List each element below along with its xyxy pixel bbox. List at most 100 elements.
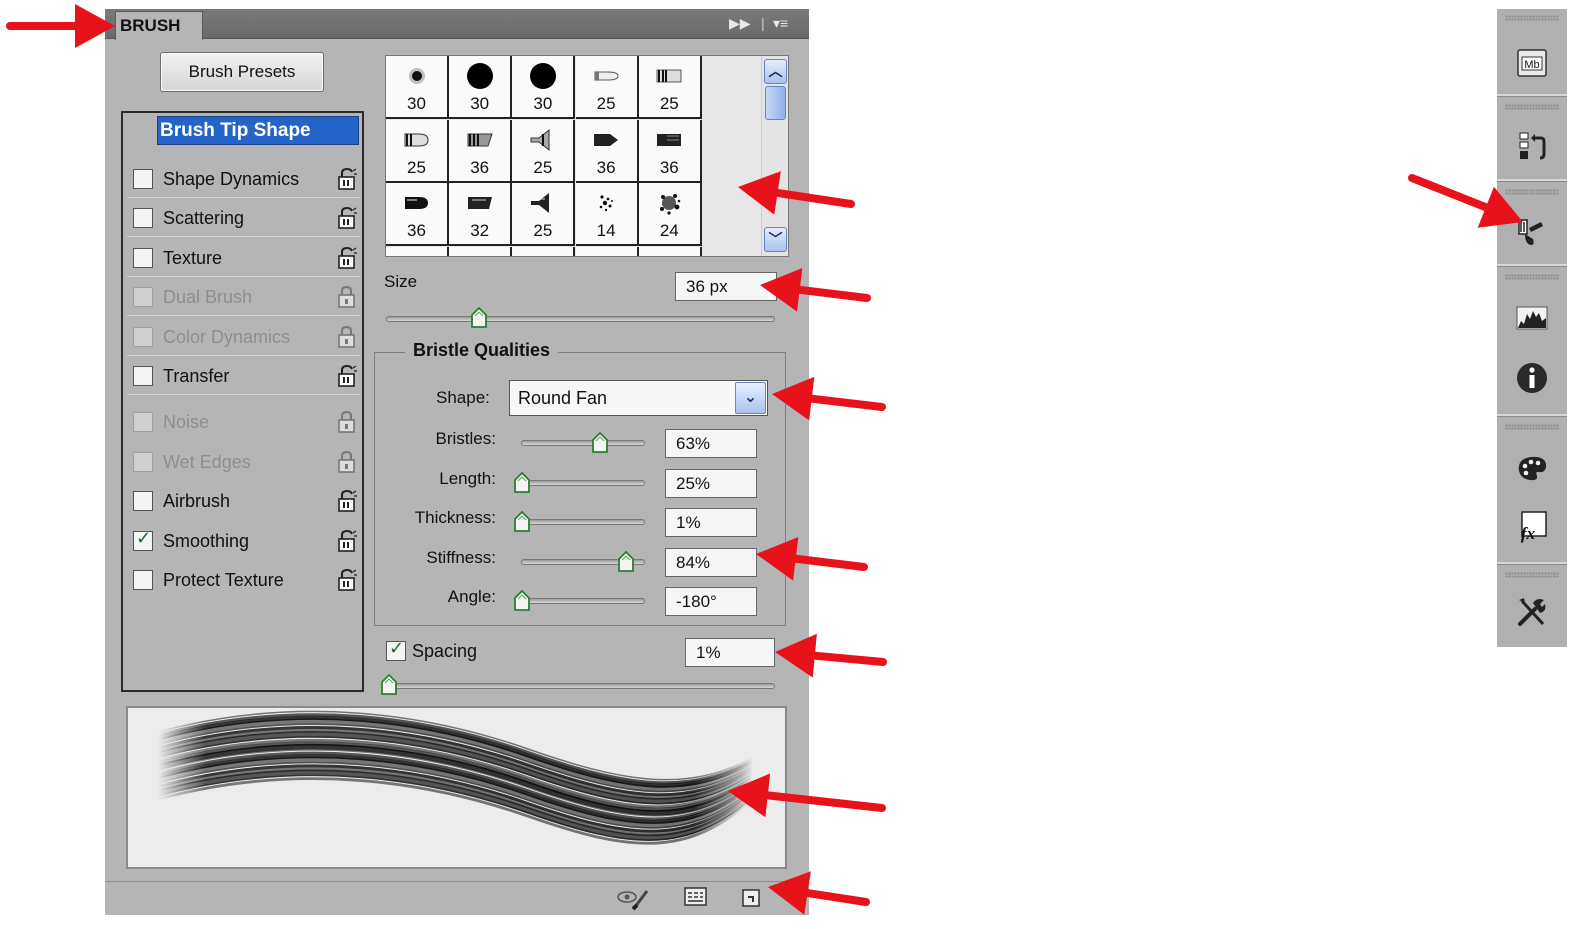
- brush-tip-cell[interactable]: [386, 246, 449, 256]
- double-chevron-right-icon[interactable]: ▶▶: [729, 15, 751, 32]
- option-transfer-checkbox[interactable]: [133, 366, 153, 386]
- spacing-field[interactable]: 1%: [685, 638, 775, 667]
- mini-bridge-icon[interactable]: Mb: [1513, 45, 1551, 83]
- brush-tip-cell[interactable]: 32: [449, 183, 513, 246]
- tools-icon[interactable]: [1513, 593, 1551, 631]
- lock-icon[interactable]: [336, 568, 358, 592]
- color-palette-icon[interactable]: [1513, 449, 1551, 487]
- option-transfer[interactable]: Transfer: [127, 357, 360, 395]
- dock-grip[interactable]: [1505, 424, 1559, 430]
- stiffness-field[interactable]: 84%: [665, 547, 757, 577]
- brush-tip-cell[interactable]: 36: [449, 119, 513, 183]
- brush-tip-cell[interactable]: 25: [512, 183, 576, 246]
- brush-tip-cell[interactable]: 24: [638, 183, 702, 246]
- option-texture[interactable]: Texture: [127, 239, 360, 277]
- histogram-icon[interactable]: [1513, 299, 1551, 337]
- brush-tip-thumbnail-icon: [576, 189, 637, 217]
- brush-tip-cell[interactable]: 30: [449, 56, 513, 119]
- spacing-checkbox[interactable]: ✓: [386, 638, 406, 661]
- thickness-slider-thumb[interactable]: [513, 510, 531, 538]
- thickness-field[interactable]: 1%: [665, 508, 757, 537]
- angle-slider-thumb[interactable]: [513, 589, 531, 617]
- brush-tip-cell[interactable]: 30: [512, 56, 576, 119]
- brush-panel-icon[interactable]: [1513, 214, 1551, 252]
- lock-icon[interactable]: [336, 206, 358, 230]
- dock-grip[interactable]: [1505, 104, 1559, 110]
- brush-tip-cell[interactable]: 25: [638, 56, 702, 119]
- option-airbrush-checkbox[interactable]: [133, 491, 153, 511]
- bristles-slider-thumb[interactable]: [591, 431, 609, 459]
- option-shape-dynamics-checkbox[interactable]: [133, 169, 153, 189]
- lock-icon[interactable]: [336, 529, 358, 553]
- option-smoothing-checkbox[interactable]: ✓: [133, 528, 153, 551]
- thickness-slider[interactable]: [521, 519, 645, 525]
- brush-tip-cell[interactable]: 25: [575, 56, 639, 119]
- info-icon[interactable]: [1513, 359, 1551, 397]
- brush-grid-icon[interactable]: [683, 885, 709, 909]
- length-slider[interactable]: [521, 479, 645, 486]
- brush-presets-button[interactable]: Brush Presets: [160, 52, 324, 92]
- brush-tip-cell[interactable]: [512, 246, 576, 256]
- brush-tip-thumbnail-icon: [449, 62, 510, 90]
- option-texture-checkbox[interactable]: [133, 248, 153, 268]
- scroll-thumb[interactable]: [765, 86, 786, 120]
- brush-tip-cell[interactable]: 14: [575, 183, 639, 246]
- option-scattering-checkbox[interactable]: [133, 208, 153, 228]
- header-divider: |: [761, 15, 765, 31]
- tab-brush[interactable]: BRUSH: [115, 11, 203, 40]
- toggle-live-tip-preview-icon[interactable]: [613, 885, 653, 911]
- history-icon[interactable]: [1513, 128, 1551, 166]
- option-shape-dynamics[interactable]: Shape Dynamics: [127, 160, 360, 198]
- option-protect-texture-checkbox[interactable]: [133, 570, 153, 590]
- dock-grip[interactable]: [1505, 189, 1559, 195]
- shape-select[interactable]: Round Fan ⌄: [509, 380, 768, 416]
- length-field[interactable]: 25%: [665, 468, 757, 498]
- fx-styles-icon[interactable]: fx: [1513, 507, 1551, 545]
- svg-text:Mb: Mb: [1524, 59, 1539, 71]
- brush-tip-cell[interactable]: 30: [386, 56, 449, 119]
- brush-tip-cell[interactable]: [449, 246, 513, 256]
- size-field[interactable]: 36 px: [675, 272, 777, 301]
- stiffness-label: Stiffness:: [426, 547, 496, 567]
- create-new-brush-icon[interactable]: [739, 885, 763, 909]
- option-protect-texture[interactable]: Protect Texture: [127, 561, 360, 599]
- spacing-slider[interactable]: [386, 683, 775, 689]
- bristles-field[interactable]: 63%: [665, 429, 757, 458]
- option-smoothing[interactable]: ✓ Smoothing: [127, 522, 360, 560]
- dock-grip[interactable]: [1505, 572, 1559, 578]
- spacing-slider-thumb[interactable]: [380, 673, 398, 701]
- option-color-dynamics-checkbox: [133, 327, 153, 347]
- bristles-slider[interactable]: [521, 440, 645, 446]
- chevron-down-icon[interactable]: ⌄: [735, 382, 766, 414]
- lock-icon[interactable]: [336, 167, 358, 191]
- option-scattering[interactable]: Scattering: [127, 199, 360, 237]
- angle-field[interactable]: -180°: [665, 587, 757, 616]
- brush-tip-cell[interactable]: 36: [575, 119, 639, 183]
- angle-slider[interactable]: [521, 598, 645, 604]
- brush-tip-cell[interactable]: 36: [386, 183, 449, 246]
- length-label: Length:: [439, 468, 496, 488]
- dock-grip[interactable]: [1505, 15, 1559, 21]
- panel-menu-icon[interactable]: ▾≡: [773, 15, 788, 32]
- brush-tip-cell[interactable]: 25: [386, 119, 449, 183]
- brush-tip-cell[interactable]: 25: [512, 119, 576, 183]
- dock-grip[interactable]: [1505, 274, 1559, 280]
- brush-tip-cell[interactable]: [575, 246, 639, 256]
- brush-tip-size: 32: [470, 221, 490, 240]
- lock-icon[interactable]: [336, 364, 358, 388]
- size-slider-thumb[interactable]: [470, 306, 488, 334]
- option-wet-edges-checkbox: [133, 452, 153, 472]
- stiffness-slider-thumb[interactable]: [617, 550, 635, 578]
- size-slider[interactable]: [386, 316, 775, 322]
- scroll-up-icon[interactable]: ︿: [764, 59, 787, 84]
- option-label: Protect Texture: [163, 570, 284, 590]
- option-airbrush[interactable]: Airbrush: [127, 482, 360, 520]
- brush-tip-cell[interactable]: 36: [638, 119, 702, 183]
- brush-tip-cell[interactable]: [638, 246, 702, 256]
- lock-icon[interactable]: [336, 246, 358, 270]
- scroll-down-icon[interactable]: ﹀: [764, 227, 787, 252]
- lock-icon[interactable]: [336, 489, 358, 513]
- grid-scrollbar[interactable]: ︿ ﹀: [761, 56, 788, 256]
- length-slider-thumb[interactable]: [513, 471, 531, 499]
- brush-tip-shape-item[interactable]: Brush Tip Shape: [157, 116, 359, 145]
